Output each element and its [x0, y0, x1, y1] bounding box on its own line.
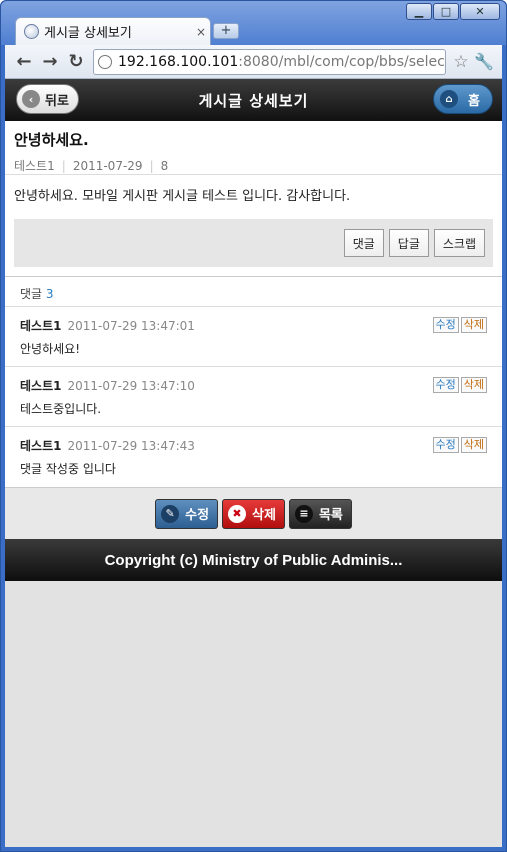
globe-icon — [24, 24, 39, 39]
tab-close-icon[interactable]: × — [192, 25, 210, 39]
comment-writer: 테스트1 — [20, 379, 62, 393]
tab-title: 게시글 상세보기 — [44, 26, 132, 41]
home-icon: ⌂ — [440, 90, 459, 108]
comment-date: 2011-07-29 13:47:43 — [67, 439, 195, 453]
url-path: :8080/mbl/com/cop/bbs/selectE — [238, 53, 446, 70]
divider — [5, 267, 502, 277]
comment-actions: 수정 삭제 — [432, 377, 487, 393]
comment-button[interactable]: 댓글 — [343, 229, 384, 257]
comment-actions: 수정 삭제 — [432, 437, 487, 453]
page-footer: Copyright (c) Ministry of Public Adminis… — [5, 539, 502, 581]
comment-item: 테스트1 2011-07-29 13:47:01 안녕하세요! 수정 삭제 — [5, 307, 502, 367]
edit-post-label: 수정 — [185, 508, 210, 523]
meta-divider: | — [149, 159, 154, 173]
pencil-icon: ✎ — [161, 504, 180, 523]
bookmark-star-icon[interactable]: ☆ — [450, 52, 472, 72]
edit-post-button[interactable]: ✎ 수정 — [155, 498, 219, 529]
post-body: 안녕하세요. 모바일 게시판 게시글 테스트 입니다. 감사합니다. — [14, 189, 351, 204]
browser-toolbar: ← → ↻ 192.168.100.101:8080/mbl/com/cop/b… — [5, 45, 502, 79]
comment-item: 테스트1 2011-07-29 13:47:10 테스트중입니다. 수정 삭제 — [5, 367, 502, 427]
window-controls: ▁ □ ✕ — [406, 3, 500, 20]
comment-item: 테스트1 2011-07-29 13:47:43 댓글 작성중 입니다 수정 삭제 — [5, 427, 502, 487]
comment-delete-button[interactable]: 삭제 — [460, 437, 487, 453]
post-actions: 댓글 답글 스크랩 — [14, 219, 493, 267]
scrap-button[interactable]: 스크랩 — [433, 229, 485, 257]
comment-writer: 테스트1 — [20, 319, 62, 333]
reload-icon[interactable]: ↻ — [63, 49, 89, 75]
chevron-left-icon: ‹ — [22, 90, 40, 108]
address-bar[interactable]: 192.168.100.101:8080/mbl/com/cop/bbs/sel… — [93, 48, 446, 75]
page-info-icon[interactable] — [98, 54, 112, 69]
meta-divider: | — [61, 159, 66, 173]
title-bar: ▁ □ ✕ 게시글 상세보기 × + — [1, 1, 506, 45]
forward-arrow-icon[interactable]: → — [37, 49, 63, 75]
comment-count-label: 댓글 — [20, 287, 43, 301]
bottom-action-bar: ✎ 수정 ✖ 삭제 ≡ 목록 — [5, 487, 502, 539]
url-host: 192.168.100.101 — [118, 53, 239, 70]
comment-text: 테스트중입니다. — [20, 402, 102, 416]
comment-count-number: 3 — [45, 287, 54, 301]
list-label: 목록 — [318, 508, 343, 523]
minimize-button[interactable]: ▁ — [406, 3, 432, 20]
home-button[interactable]: ⌂ 홈 — [433, 84, 493, 114]
back-button-label: 뒤로 — [45, 93, 69, 109]
comment-date: 2011-07-29 13:47:01 — [67, 319, 195, 333]
new-tab-button[interactable]: + — [213, 23, 239, 39]
comment-edit-button[interactable]: 수정 — [432, 317, 459, 333]
list-button[interactable]: ≡ 목록 — [288, 498, 352, 529]
page-title: 게시글 상세보기 — [198, 91, 309, 110]
comment-section: 댓글 3 테스트1 2011-07-29 13:47:01 안녕하세요! 수정 삭… — [5, 277, 502, 487]
back-button[interactable]: ‹ 뒤로 — [16, 84, 79, 114]
comment-text: 댓글 작성중 입니다 — [20, 462, 116, 476]
post-writer: 테스트1 — [14, 159, 55, 173]
close-window-button[interactable]: ✕ — [460, 3, 500, 20]
comment-count: 댓글 3 — [5, 277, 502, 307]
comment-actions: 수정 삭제 — [432, 317, 487, 333]
page-header: ‹ 뒤로 게시글 상세보기 ⌂ 홈 — [5, 79, 502, 121]
wrench-icon[interactable]: 🔧 — [472, 52, 496, 71]
comment-edit-button[interactable]: 수정 — [432, 377, 459, 393]
delete-x-icon: ✖ — [228, 504, 247, 523]
post-views: 8 — [160, 159, 169, 173]
delete-post-label: 삭제 — [252, 508, 276, 523]
browser-window: ▁ □ ✕ 게시글 상세보기 × + ← → ↻ 192.168.100.101… — [0, 0, 507, 852]
back-arrow-icon[interactable]: ← — [11, 49, 37, 75]
reply-button[interactable]: 답글 — [388, 229, 429, 257]
comment-delete-button[interactable]: 삭제 — [460, 377, 487, 393]
home-button-label: 홈 — [468, 93, 480, 109]
post-title: 안녕하세요. — [14, 131, 89, 149]
post-detail: 안녕하세요. 테스트1 | 2011-07-29 | 8 안녕하세요. 모바일 게시판 … — [5, 121, 502, 277]
post-date: 2011-07-29 — [72, 159, 143, 173]
post-meta: 테스트1 | 2011-07-29 | 8 — [5, 153, 502, 175]
browser-tab[interactable]: 게시글 상세보기 × — [15, 17, 211, 45]
list-icon: ≡ — [294, 504, 313, 523]
comment-delete-button[interactable]: 삭제 — [460, 317, 487, 333]
comment-edit-button[interactable]: 수정 — [432, 437, 459, 453]
comment-date: 2011-07-29 13:47:10 — [67, 379, 195, 393]
comment-writer: 테스트1 — [20, 439, 62, 453]
delete-post-button[interactable]: ✖ 삭제 — [222, 498, 285, 529]
comment-text: 안녕하세요! — [20, 342, 81, 356]
page-viewport: ‹ 뒤로 게시글 상세보기 ⌂ 홈 안녕하세요. 테스트1 | 2011-07-29… — [5, 79, 502, 847]
maximize-button[interactable]: □ — [433, 3, 459, 20]
